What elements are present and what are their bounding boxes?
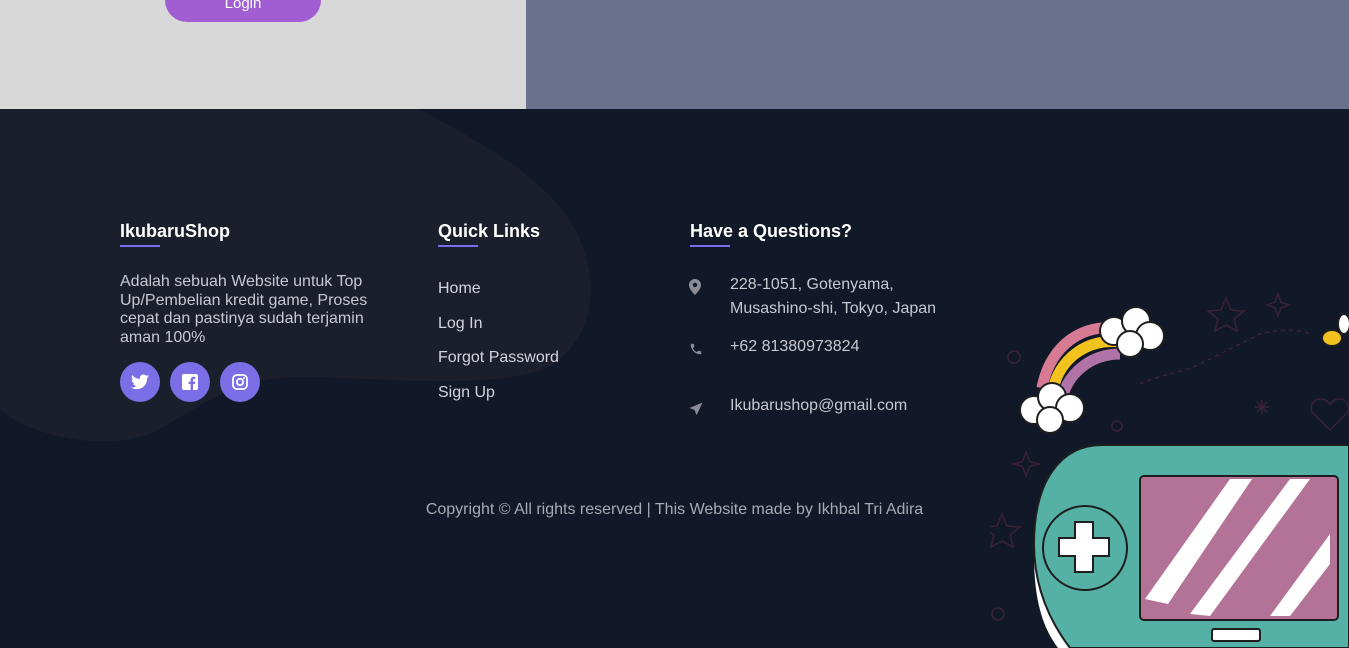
footer-about-text: Adalah sebuah Website untuk Top Up/Pembe… (120, 273, 368, 346)
contact-title: Have a Questions? (690, 221, 853, 241)
contact-phone[interactable]: +62 81380973824 (730, 335, 859, 359)
footer-link-login[interactable]: Log In (438, 314, 559, 349)
paper-plane-icon (689, 402, 703, 416)
facebook-icon (182, 374, 198, 390)
footer-link-home[interactable]: Home (438, 279, 559, 314)
twitter-icon (131, 374, 149, 390)
footer: IkubaruShop Adalah sebuah Website untuk … (0, 109, 1349, 648)
twitter-link[interactable] (120, 362, 160, 402)
map-marker-icon (689, 279, 701, 295)
title-underline (438, 245, 478, 247)
title-underline (690, 245, 730, 247)
quick-links-title: Quick Links (438, 221, 541, 241)
footer-link-forgot-password[interactable]: Forgot Password (438, 348, 559, 383)
game-illustration (990, 291, 1349, 648)
login-button[interactable]: Login (165, 0, 321, 22)
contact-address: 228-1051, Gotenyama, Musashino-shi, Toky… (730, 273, 936, 321)
quick-links-list: Home Log In Forgot Password Sign Up (438, 279, 559, 417)
address-line-2: Musashino-shi, Tokyo, Japan (730, 300, 937, 317)
footer-link-sign-up[interactable]: Sign Up (438, 383, 559, 418)
login-section: Login (0, 0, 526, 109)
address-line-1: 228-1051, Gotenyama, (730, 276, 894, 293)
contact-email[interactable]: Ikubarushop@gmail.com (730, 394, 907, 418)
facebook-link[interactable] (170, 362, 210, 402)
phone-icon (690, 343, 702, 355)
instagram-link[interactable] (220, 362, 260, 402)
social-links (120, 362, 260, 402)
hero-image-panel (526, 0, 1349, 109)
instagram-icon (232, 374, 248, 390)
footer-brand-title: IkubaruShop (120, 221, 231, 241)
title-underline (120, 245, 160, 247)
